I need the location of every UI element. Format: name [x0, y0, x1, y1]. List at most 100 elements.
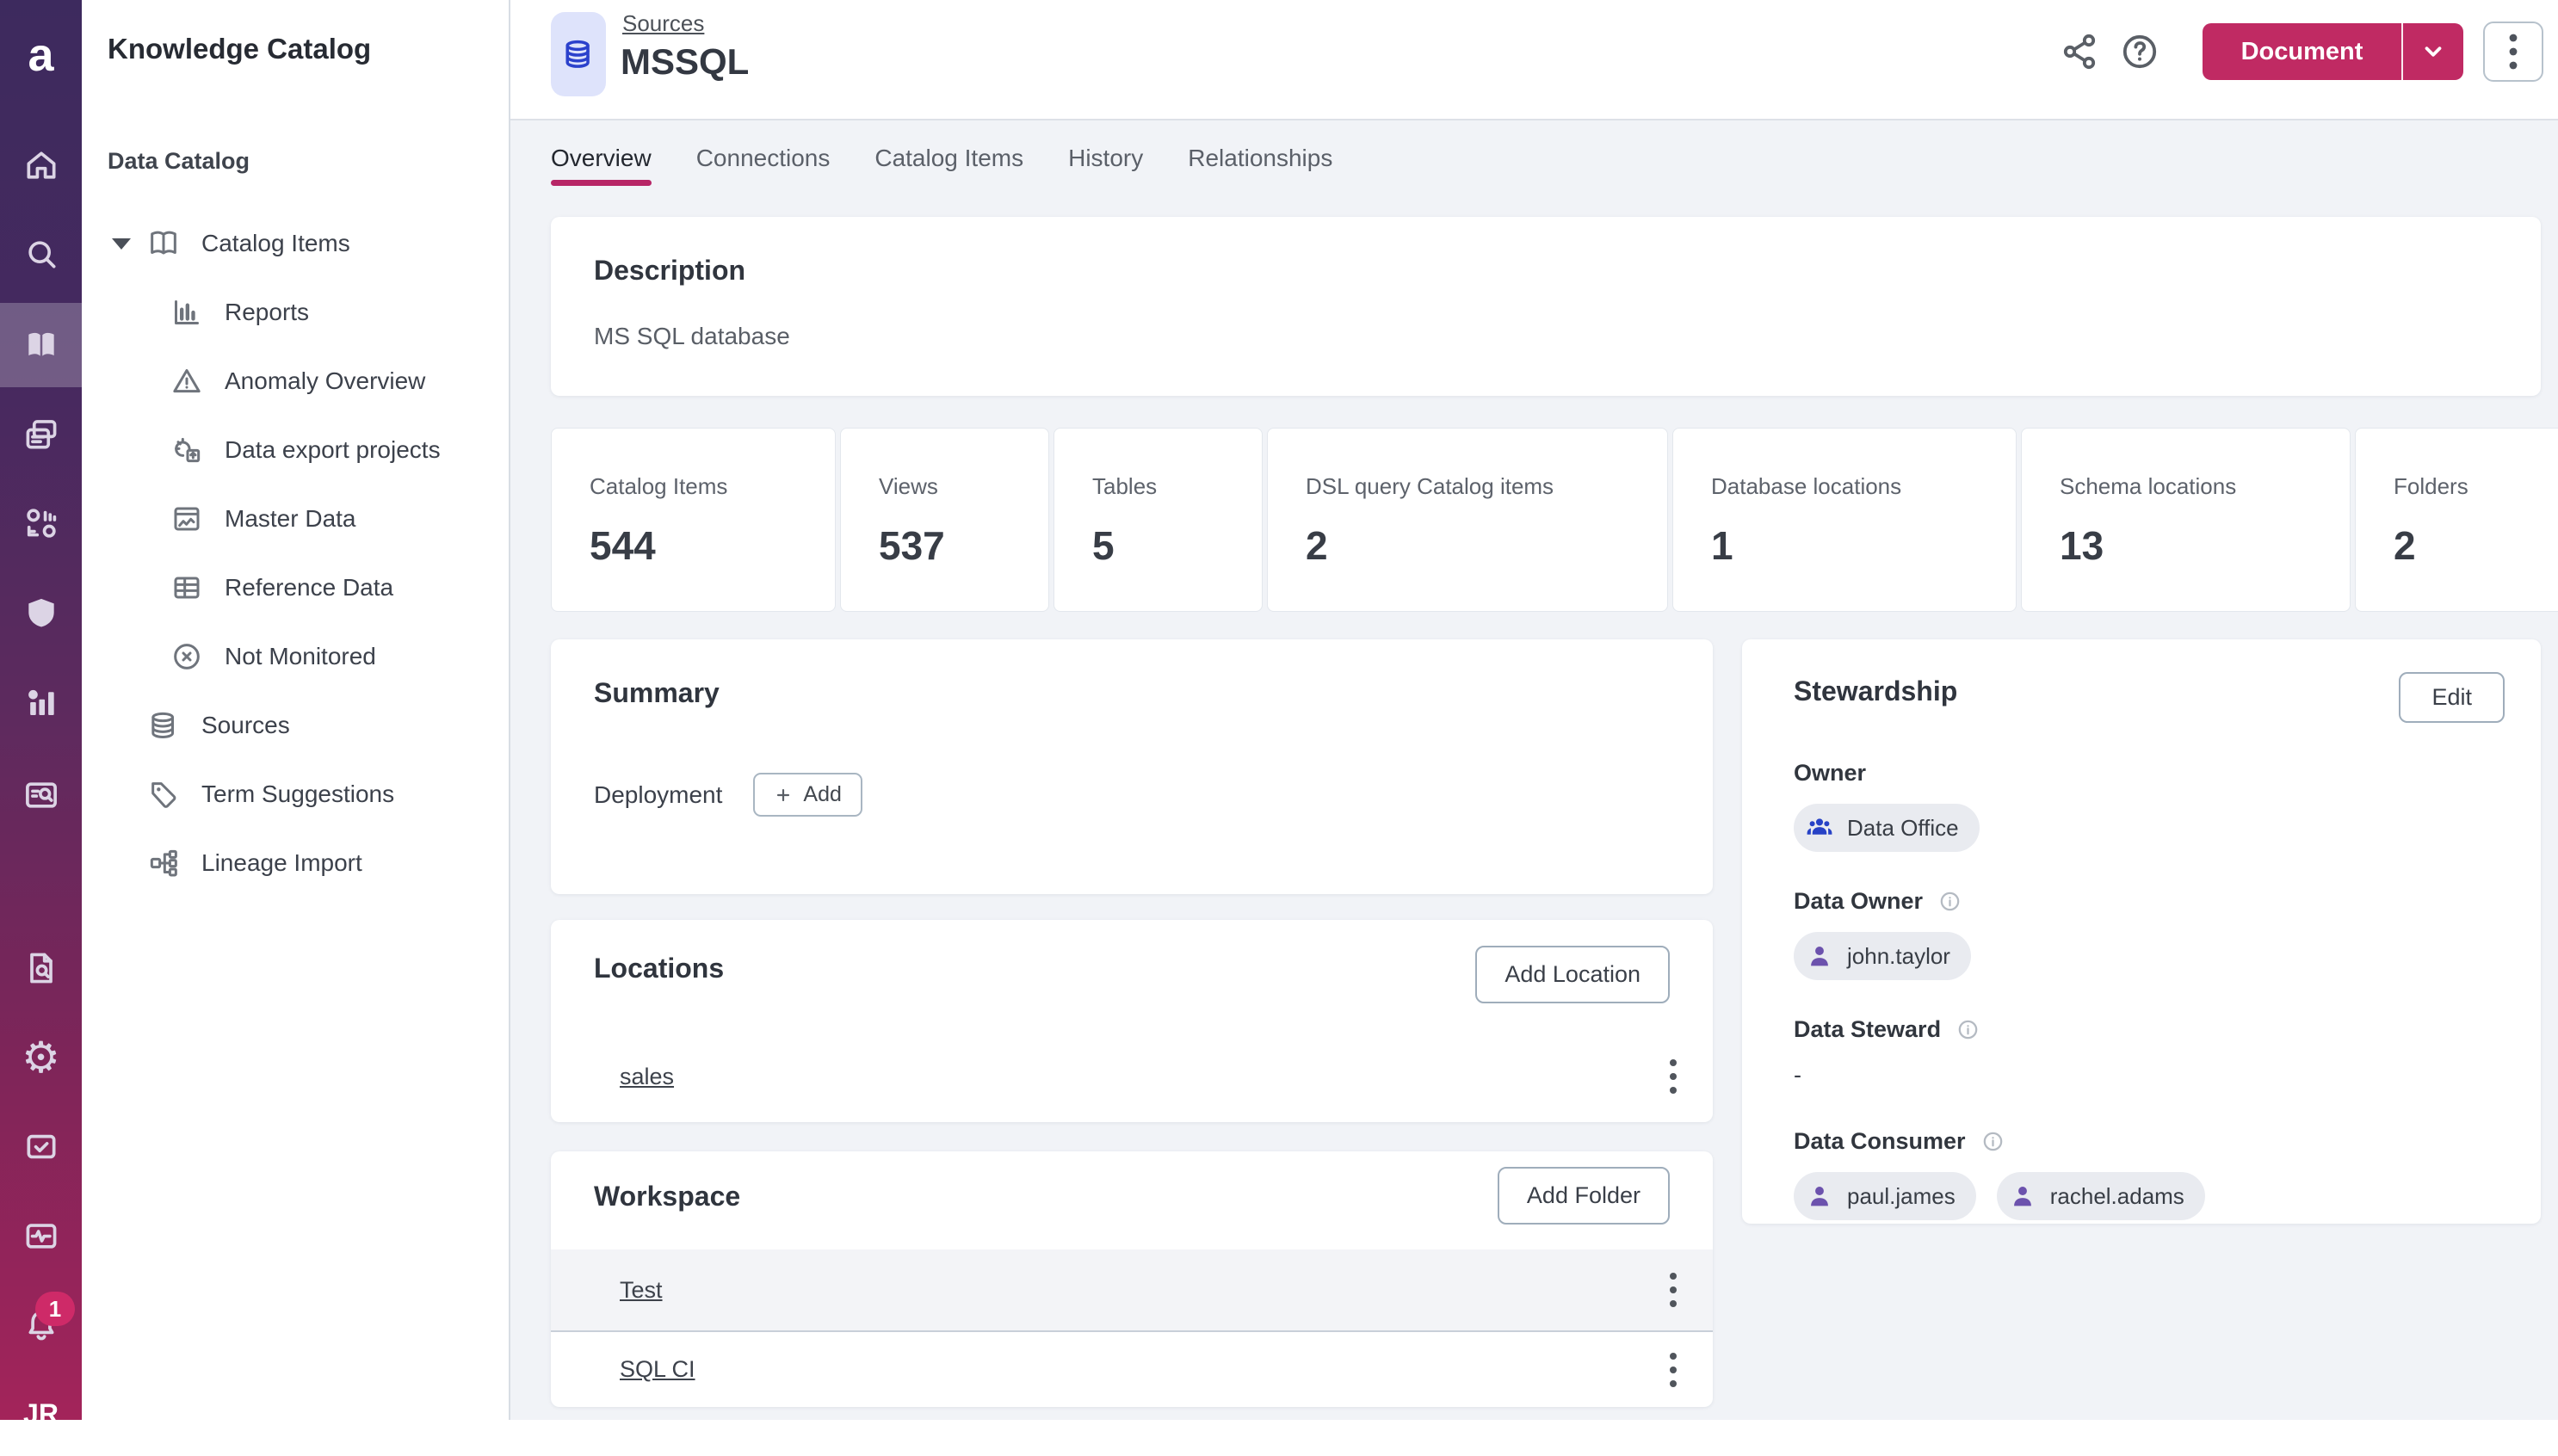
tab-overview[interactable]: Overview — [551, 145, 652, 186]
chip-rachel-adams[interactable]: rachel.adams — [1997, 1172, 2205, 1220]
row-kebab-icon[interactable] — [1668, 1351, 1678, 1389]
data-consumer-label: Data Consumer — [1794, 1128, 2506, 1155]
stewardship-card: Stewardship Edit Owner Data Office Data … — [1742, 639, 2541, 1224]
add-folder-button[interactable]: Add Folder — [1498, 1167, 1670, 1225]
sidebar-item-label: Reference Data — [225, 574, 393, 602]
notification-badge: 1 — [35, 1292, 75, 1326]
rail-notifications[interactable]: 1 — [0, 1283, 82, 1367]
chip-paul-james[interactable]: paul.james — [1794, 1172, 1976, 1220]
rail-dq-search[interactable] — [0, 753, 82, 837]
stat-value: 1 — [1711, 522, 2016, 569]
sidebar-item-lineage-import[interactable]: Lineage Import — [82, 829, 509, 898]
rail-catalog[interactable] — [0, 303, 82, 387]
stat-label: Catalog Items — [590, 473, 835, 500]
user-icon — [1804, 941, 1835, 972]
rail-search[interactable] — [0, 212, 82, 296]
header-more-button[interactable] — [2483, 22, 2543, 82]
rail-profiling[interactable] — [0, 660, 82, 744]
document-search-icon — [22, 949, 60, 987]
sidebar-item-reference-data[interactable]: Reference Data — [82, 553, 509, 622]
rail-monitoring[interactable] — [0, 1194, 82, 1278]
sidebar-item-catalog-items[interactable]: Catalog Items — [82, 209, 509, 278]
rail-user-avatar[interactable]: JR — [0, 1372, 82, 1456]
workspace-card: Workspace Add Folder Test SQL CI — [551, 1151, 1713, 1407]
description-body: MS SQL database — [594, 323, 2498, 350]
sidebar-item-reports[interactable]: Reports — [82, 278, 509, 347]
database-icon — [146, 708, 181, 743]
warning-triangle-icon — [170, 364, 204, 398]
sidebar: Knowledge Catalog Data Catalog Catalog I… — [82, 0, 510, 1420]
share-button[interactable] — [2059, 31, 2100, 72]
chip-data-office[interactable]: Data Office — [1794, 804, 1980, 852]
sidebar-item-label: Reports — [225, 299, 309, 326]
book-open-icon — [146, 226, 181, 261]
chevron-down-icon — [2420, 39, 2446, 65]
help-button[interactable] — [2119, 31, 2160, 72]
rail-settings[interactable]: ⚙ — [0, 1015, 82, 1100]
sidebar-item-anomaly-overview[interactable]: Anomaly Overview — [82, 347, 509, 416]
chip-john-taylor[interactable]: john.taylor — [1794, 932, 1971, 980]
tab-bar: Overview Connections Catalog Items Histo… — [551, 145, 1332, 186]
sidebar-item-label: Catalog Items — [201, 230, 350, 257]
sidebar-item-label: Lineage Import — [201, 849, 362, 877]
locations-title: Locations — [594, 953, 724, 984]
sidebar-item-not-monitored[interactable]: Not Monitored — [82, 622, 509, 691]
tab-history[interactable]: History — [1068, 145, 1143, 186]
stat-database-locations: Database locations 1 — [1672, 428, 2017, 612]
export-gear-icon — [170, 433, 204, 467]
workspace-row: Test — [551, 1249, 1713, 1330]
rail-home[interactable] — [0, 123, 82, 207]
deployment-add-button[interactable]: Add — [753, 773, 862, 817]
sidebar-item-label: Master Data — [225, 505, 356, 533]
row-kebab-icon[interactable] — [1668, 1271, 1678, 1309]
rail-components[interactable] — [0, 481, 82, 565]
stewardship-edit-button[interactable]: Edit — [2399, 672, 2505, 723]
stat-views: Views 537 — [840, 428, 1049, 612]
sidebar-item-master-data[interactable]: Master Data — [82, 484, 509, 553]
add-location-button[interactable]: Add Location — [1475, 946, 1670, 1003]
tab-connections[interactable]: Connections — [696, 145, 831, 186]
group-icon — [1804, 812, 1835, 843]
share-icon — [2059, 31, 2100, 72]
shield-icon — [22, 594, 60, 632]
add-button-label: Add — [803, 782, 841, 807]
data-steward-empty-value: - — [1794, 1062, 2506, 1089]
rail-governance[interactable] — [0, 571, 82, 655]
tab-relationships[interactable]: Relationships — [1188, 145, 1332, 186]
avatar: JR — [23, 1398, 59, 1430]
user-icon — [1804, 1181, 1835, 1212]
search-box-icon — [22, 776, 60, 814]
stat-schema-locations: Schema locations 13 — [2021, 428, 2351, 612]
info-icon[interactable] — [1956, 1018, 1980, 1041]
sidebar-item-data-export-projects[interactable]: Data export projects — [82, 416, 509, 484]
help-icon — [2119, 31, 2160, 72]
stat-catalog-items: Catalog Items 544 — [551, 428, 836, 612]
location-link-sales[interactable]: sales — [620, 1064, 674, 1090]
stat-folders: Folders 2 — [2355, 428, 2558, 612]
nav-rail: a ⚙ 1 JR — [0, 0, 82, 1420]
rail-projects[interactable] — [0, 392, 82, 477]
document-button[interactable]: Document — [2203, 23, 2403, 80]
deployment-label: Deployment — [594, 781, 722, 809]
breadcrumb[interactable]: Sources — [622, 10, 704, 37]
workspace-link-test[interactable]: Test — [620, 1277, 663, 1304]
stat-value: 2 — [1306, 522, 1667, 569]
stat-label: Views — [879, 473, 1048, 500]
data-steward-label: Data Steward — [1794, 1016, 2506, 1043]
plus-icon — [774, 786, 793, 805]
monitoring-pulse-icon — [22, 1217, 60, 1255]
rail-tasks[interactable] — [0, 1104, 82, 1188]
info-icon[interactable] — [1938, 890, 1962, 913]
tab-catalog-items[interactable]: Catalog Items — [874, 145, 1023, 186]
sidebar-item-sources[interactable]: Sources — [82, 691, 509, 760]
sidebar-item-term-suggestions[interactable]: Term Suggestions — [82, 760, 509, 829]
workspace-link-sql-ci[interactable]: SQL CI — [620, 1356, 695, 1383]
document-dropdown-button[interactable] — [2403, 23, 2463, 80]
task-check-icon — [22, 1127, 60, 1165]
info-icon[interactable] — [1981, 1130, 2005, 1153]
caret-down-icon[interactable] — [112, 238, 131, 250]
rail-reporting[interactable] — [0, 926, 82, 1010]
stewardship-title: Stewardship — [1794, 676, 1957, 707]
row-kebab-icon[interactable] — [1668, 1058, 1678, 1095]
data-owner-label: Data Owner — [1794, 888, 2506, 915]
